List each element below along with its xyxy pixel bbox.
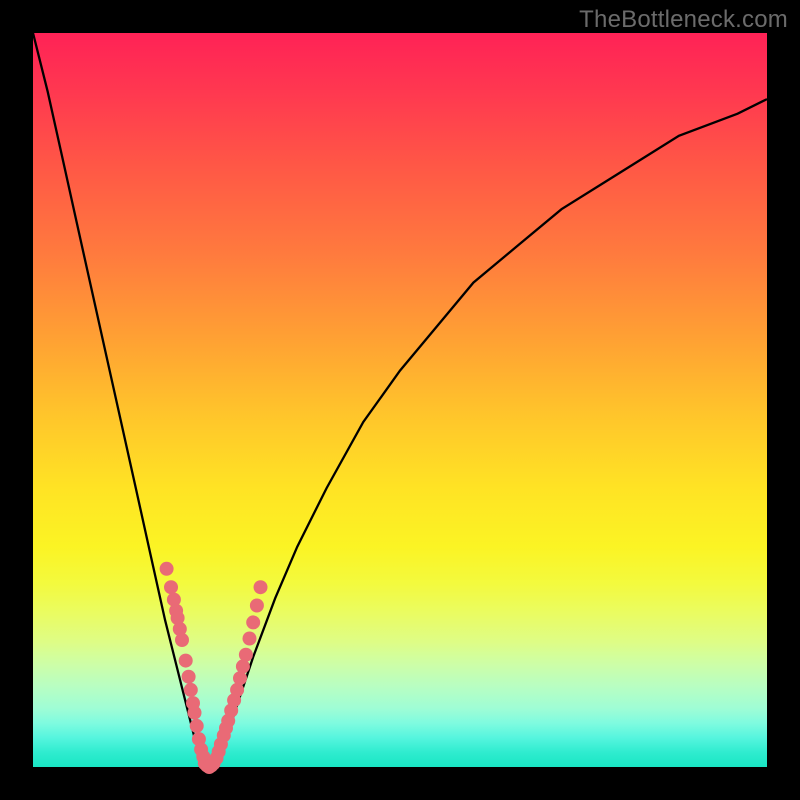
dot — [239, 648, 253, 662]
dot — [246, 615, 260, 629]
watermark-text: TheBottleneck.com — [579, 6, 788, 34]
dot — [243, 632, 257, 646]
dot — [160, 562, 174, 576]
outer-frame: TheBottleneck.com — [0, 0, 800, 800]
dot — [190, 719, 204, 733]
dot — [184, 683, 198, 697]
sample-dots — [160, 562, 268, 774]
dot — [207, 756, 221, 770]
dot — [236, 659, 250, 673]
dot — [233, 671, 247, 685]
dot — [175, 633, 189, 647]
dot — [182, 670, 196, 684]
dot — [254, 580, 268, 594]
dot — [230, 683, 244, 697]
bottleneck-curve — [33, 33, 767, 767]
chart-svg — [33, 33, 767, 767]
dot — [179, 654, 193, 668]
dot — [164, 580, 178, 594]
plot-area — [33, 33, 767, 767]
dot — [250, 599, 264, 613]
dot — [188, 706, 202, 720]
